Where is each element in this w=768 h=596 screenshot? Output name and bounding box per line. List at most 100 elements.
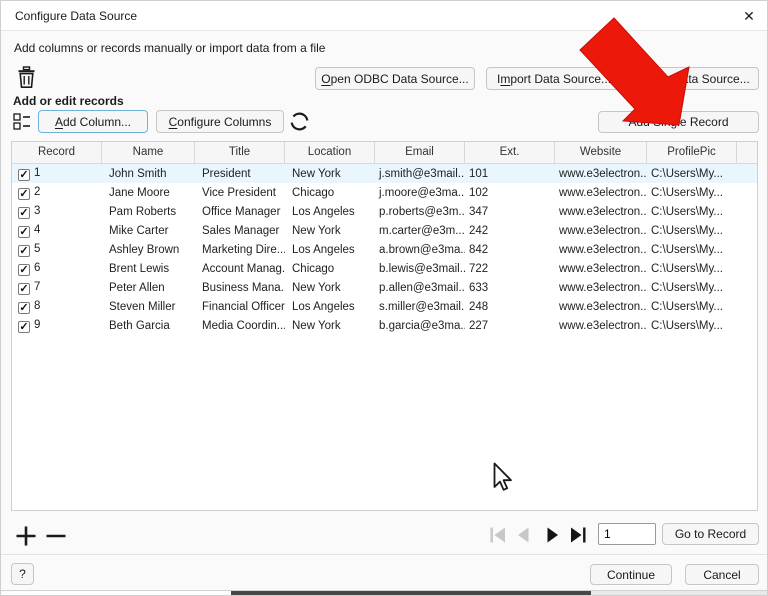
delete-record-icon[interactable]	[17, 66, 36, 94]
go-to-record-button[interactable]: Go to Record	[662, 523, 759, 545]
label-mnemonic: C	[169, 115, 178, 129]
row-number: 5	[34, 243, 40, 255]
table-row[interactable]: ✓6Brent LewisAccount Manag...Chicagob.le…	[12, 259, 757, 278]
open-odbc-data-source-button[interactable]: Open ODBC Data Source...	[315, 67, 475, 90]
import-data-source-button[interactable]: Import Data Source...	[486, 67, 622, 90]
cell-profilepic: C:\Users\My...	[647, 168, 737, 180]
table-row[interactable]: ✓3Pam RobertsOffice ManagerLos Angelesp.…	[12, 202, 757, 221]
column-header-location[interactable]: Location	[285, 142, 375, 163]
add-or-edit-records-heading: Add or edit records	[13, 94, 124, 108]
cell-location: Chicago	[285, 263, 375, 275]
row-checkbox[interactable]: ✓	[18, 283, 30, 295]
cell-location: New York	[285, 168, 375, 180]
table-row[interactable]: ✓5Ashley BrownMarketing Dire...Los Angel…	[12, 240, 757, 259]
cell-email: j.moore@e3ma...	[375, 187, 465, 199]
cell-ext: 102	[465, 187, 555, 199]
record-list-icon	[13, 112, 32, 136]
cell-location: Chicago	[285, 187, 375, 199]
row-checkbox[interactable]: ✓	[18, 264, 30, 276]
cell-title: Marketing Dire...	[195, 244, 285, 256]
continue-button[interactable]: Continue	[590, 564, 672, 585]
table-row[interactable]: ✓2Jane MooreVice PresidentChicagoj.moore…	[12, 183, 757, 202]
cell-website: www.e3electron...	[555, 206, 647, 218]
cell-ext: 101	[465, 168, 555, 180]
cell-website: www.e3electron...	[555, 320, 647, 332]
column-header-email[interactable]: Email	[375, 142, 465, 163]
column-header-profilepic[interactable]: ProfilePic	[647, 142, 737, 163]
cell-email: j.smith@e3mail....	[375, 168, 465, 180]
cell-location: Los Angeles	[285, 301, 375, 313]
row-checkbox[interactable]: ✓	[18, 169, 30, 181]
instruction-text: Add columns or records manually or impor…	[14, 41, 325, 55]
cell-email: b.lewis@e3mail...	[375, 263, 465, 275]
cell-email: b.garcia@e3ma...	[375, 320, 465, 332]
row-checkbox[interactable]: ✓	[18, 302, 30, 314]
remove-record-icon[interactable]	[45, 525, 67, 552]
row-number: 2	[34, 186, 40, 198]
cell-website: www.e3electron...	[555, 301, 647, 313]
dialog-titlebar: Configure Data Source ✕	[1, 1, 768, 31]
cell-title: President	[195, 168, 285, 180]
cell-name: Pam Roberts	[102, 206, 195, 218]
row-checkbox[interactable]: ✓	[18, 245, 30, 257]
cell-email: p.allen@e3mail....	[375, 282, 465, 294]
column-header-ext[interactable]: Ext.	[465, 142, 555, 163]
row-number: 7	[34, 281, 40, 293]
cell-profilepic: C:\Users\My...	[647, 282, 737, 294]
cell-ext: 722	[465, 263, 555, 275]
column-header-record[interactable]: Record	[12, 142, 102, 163]
cell-profilepic: C:\Users\My...	[647, 301, 737, 313]
next-record-icon[interactable]	[542, 525, 562, 545]
label-part: pen ODBC Data Source...	[331, 72, 469, 86]
column-header-website[interactable]: Website	[555, 142, 647, 163]
add-single-record-button[interactable]: Add Single Record	[598, 111, 759, 133]
cell-ext: 633	[465, 282, 555, 294]
label-part: onfigure Columns	[177, 115, 271, 129]
table-row[interactable]: ✓8Steven MillerFinancial OfficerLos Ange…	[12, 297, 757, 316]
column-header-title[interactable]: Title	[195, 142, 285, 163]
row-number: 4	[34, 224, 40, 236]
configure-columns-button[interactable]: Configure Columns	[156, 110, 284, 133]
cell-name: Ashley Brown	[102, 244, 195, 256]
cancel-button[interactable]: Cancel	[685, 564, 759, 585]
previous-record-icon[interactable]	[514, 525, 534, 545]
table-row[interactable]: ✓4Mike CarterSales ManagerNew Yorkm.cart…	[12, 221, 757, 240]
label-mnemonic: m	[500, 72, 510, 86]
column-header-blank	[737, 142, 757, 163]
cell-title: Account Manag...	[195, 263, 285, 275]
table-body: ✓1John SmithPresidentNew Yorkj.smith@e3m…	[12, 164, 757, 335]
label-mnemonic: A	[55, 115, 63, 129]
cell-website: www.e3electron...	[555, 187, 647, 199]
save-data-source-button[interactable]: Save Data Source...	[633, 67, 759, 90]
row-checkbox[interactable]: ✓	[18, 226, 30, 238]
cell-location: New York	[285, 320, 375, 332]
cell-title: Office Manager	[195, 206, 285, 218]
cell-profilepic: C:\Users\My...	[647, 244, 737, 256]
label-mnemonic: S	[642, 72, 650, 86]
table-header: RecordNameTitleLocationEmailExt.WebsiteP…	[12, 142, 757, 164]
close-icon[interactable]: ✕	[739, 6, 759, 26]
help-button[interactable]: ?	[11, 563, 34, 585]
refresh-icon[interactable]	[288, 110, 311, 138]
cell-email: s.miller@e3mail...	[375, 301, 465, 313]
cell-name: John Smith	[102, 168, 195, 180]
cell-profilepic: C:\Users\My...	[647, 225, 737, 237]
add-record-icon[interactable]	[15, 525, 37, 552]
label-part: port Data Source...	[510, 72, 611, 86]
background-strip	[591, 591, 768, 596]
first-record-icon[interactable]	[488, 525, 508, 545]
table-row[interactable]: ✓9Beth GarciaMedia Coordin...New Yorkb.g…	[12, 316, 757, 335]
row-checkbox[interactable]: ✓	[18, 207, 30, 219]
row-checkbox[interactable]: ✓	[18, 188, 30, 200]
label-part: dd Column...	[63, 115, 131, 129]
column-header-name[interactable]: Name	[102, 142, 195, 163]
cell-profilepic: C:\Users\My...	[647, 206, 737, 218]
record-number-input[interactable]	[598, 523, 656, 545]
cell-profilepic: C:\Users\My...	[647, 263, 737, 275]
add-column-button[interactable]: Add Column...	[38, 110, 148, 133]
table-row[interactable]: ✓7Peter AllenBusiness Mana...New Yorkp.a…	[12, 278, 757, 297]
cell-title: Media Coordin...	[195, 320, 285, 332]
row-checkbox[interactable]: ✓	[18, 321, 30, 333]
last-record-icon[interactable]	[568, 525, 588, 545]
table-row[interactable]: ✓1John SmithPresidentNew Yorkj.smith@e3m…	[12, 164, 757, 183]
